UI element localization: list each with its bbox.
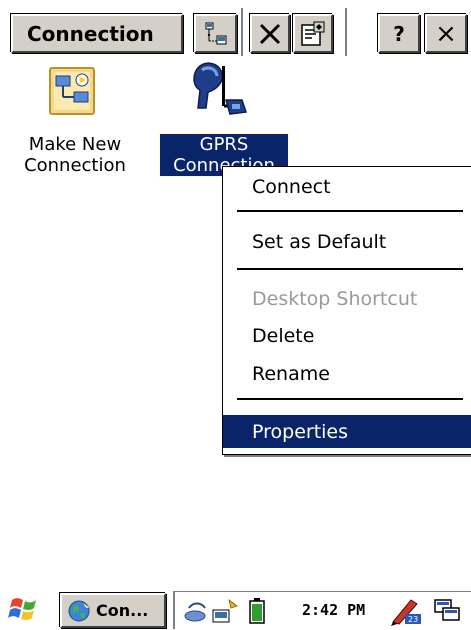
menu-separator [237,210,463,212]
menu-separator [237,268,463,270]
desktop-icon[interactable] [433,598,463,624]
task-button-label: Con... [96,601,149,620]
menu-item-connect[interactable]: Connect [223,170,471,203]
taskbar: Con... 2:42 PM 23 [0,590,471,630]
close-icon: × [435,18,457,49]
properties-toolbar-button[interactable] [293,14,333,53]
gprs-connection-item[interactable] [186,60,248,124]
system-tray: 2:42 PM 23 [173,591,471,629]
battery-icon[interactable] [249,598,265,624]
task-button-connection[interactable]: Con... [60,593,166,628]
make-new-connection-item[interactable] [48,66,96,122]
help-icon: ? [393,21,405,46]
help-button[interactable]: ? [378,14,420,53]
make-new-connection-label[interactable]: Make New Connection [14,134,136,176]
menu-item-set-as-default[interactable]: Set as Default [223,225,471,258]
context-menu: Connect Set as Default Desktop Shortcut … [222,166,471,455]
connection-globe-icon [68,600,91,621]
make-new-connection-icon [49,67,95,115]
close-button[interactable]: × [425,14,467,53]
menu-item-rename[interactable]: Rename [223,357,471,390]
windows-flag-icon [8,598,36,620]
input-panel-icon[interactable]: 23 [389,596,423,626]
delete-x-icon [259,23,281,44]
connection-settings-icon [205,22,226,44]
delete-button[interactable] [250,14,290,53]
connection-settings-button[interactable] [194,14,237,53]
network-icon[interactable] [183,596,243,626]
svg-text:23: 23 [408,615,418,624]
menu-separator [237,398,463,400]
menu-item-properties[interactable]: Properties [223,415,471,448]
menu-item-desktop-shortcut: Desktop Shortcut [252,287,418,310]
gprs-connection-icon [193,62,248,115]
properties-icon [301,21,325,46]
clock[interactable]: 2:42 PM [302,601,365,619]
connection-title-button[interactable]: Connection [11,14,183,53]
menu-item-delete[interactable]: Delete [223,319,471,352]
command-bar: Connection ? × [0,0,471,60]
start-button[interactable] [8,594,48,626]
